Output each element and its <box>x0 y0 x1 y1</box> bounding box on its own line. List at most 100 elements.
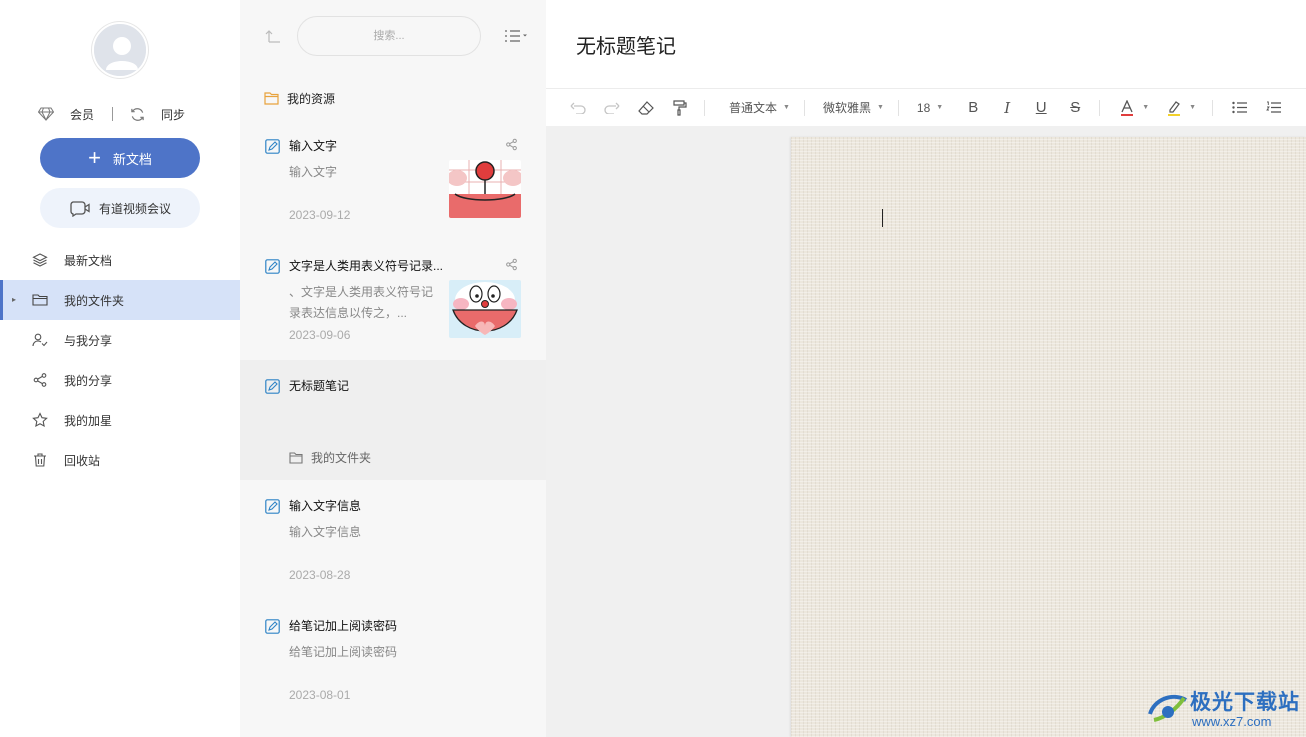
sidebar-item-shared-with-me[interactable]: 与我分享 <box>0 320 240 360</box>
note-folder[interactable]: 我的文件夹 <box>289 449 371 466</box>
sidebar-item-starred[interactable]: 我的加星 <box>0 400 240 440</box>
document-title[interactable]: 无标题笔记 <box>576 30 676 59</box>
sidebar-item-label: 与我分享 <box>64 333 113 348</box>
sidebar-item-recent[interactable]: 最新文档 <box>0 240 240 280</box>
sidebar-item-my-folders[interactable]: ▸ 我的文件夹 <box>0 280 240 320</box>
strikethrough-icon[interactable]: S <box>1067 96 1083 120</box>
site-logo-icon <box>1148 694 1187 722</box>
sidebar-item-my-shares[interactable]: 我的分享 <box>0 360 240 400</box>
list-view-menu-icon[interactable] <box>504 28 528 47</box>
numbered-list-icon[interactable] <box>1265 96 1281 120</box>
format-painter-icon[interactable] <box>670 96 690 120</box>
list-item[interactable]: 输入文字信息 输入文字信息 2023-08-28 <box>240 480 546 600</box>
note-date: 2023-09-12 <box>289 208 351 222</box>
folder-open-icon <box>32 294 48 306</box>
format-toolbar: 普通文本 ▼ 微软雅黑 ▼ 18 ▼ B I U S ▼ ▼ <box>546 88 1306 126</box>
paragraph-style-select[interactable]: 普通文本 ▼ <box>729 96 790 120</box>
list-item[interactable]: 文字是人类用表义符号记录... 、文字是人类用表义符号记录表达信息以传之，...… <box>240 240 546 360</box>
bold-icon[interactable]: B <box>965 96 981 120</box>
font-color-picker[interactable]: ▼ <box>1120 96 1149 120</box>
shared-users-icon <box>32 333 48 347</box>
sidebar-item-label: 我的加星 <box>64 413 113 428</box>
list-item[interactable]: 给笔记加上阅读密码 给笔记加上阅读密码 2023-08-01 <box>240 600 546 720</box>
my-resources-row[interactable]: 我的资源 <box>264 88 335 108</box>
bullet-list-icon[interactable] <box>1231 96 1247 120</box>
editor-panel: 无标题笔记 普通文本 ▼ 微软雅黑 ▼ 18 ▼ B I U S ▼ ▼ <box>546 0 1306 737</box>
sidebar-item-trash[interactable]: 回收站 <box>0 440 240 480</box>
toolbar-divider <box>704 99 705 116</box>
editor-canvas[interactable] <box>791 137 1306 737</box>
italic-icon[interactable]: I <box>999 96 1015 120</box>
font-color-icon <box>1121 99 1134 116</box>
toolbar-divider <box>1212 99 1214 116</box>
undo-icon[interactable] <box>568 96 588 120</box>
redo-icon[interactable] <box>602 96 622 120</box>
sidebar-item-label: 我的分享 <box>64 373 113 388</box>
dropdown-arrow-icon: ▼ <box>1142 104 1150 111</box>
highlighter-icon <box>1168 100 1181 116</box>
note-snippet: 、文字是人类用表义符号记录表达信息以传之，... <box>289 285 434 320</box>
toolbar-divider <box>1099 99 1101 116</box>
divider <box>112 107 114 121</box>
font-size-select[interactable]: 18 ▼ <box>917 96 943 120</box>
left-sidebar: 会员 同步 + 新文档 有道视频会议 最新文档 ▸ 我的文件夹 与我分享 我的分… <box>0 0 240 737</box>
note-snippet: 输入文字信息 <box>289 525 362 539</box>
layers-icon <box>32 253 48 267</box>
highlight-color-picker[interactable]: ▼ <box>1167 96 1196 120</box>
note-title: 输入文字 <box>289 139 338 153</box>
list-header: 搜索... <box>240 0 546 72</box>
note-title: 给笔记加上阅读密码 <box>289 619 398 633</box>
video-meeting-label: 有道视频会议 <box>98 201 171 216</box>
new-document-button[interactable]: + 新文档 <box>40 138 200 178</box>
note-title: 文字是人类用表义符号记录... <box>289 259 444 273</box>
note-list-panel: 搜索... 我的资源 输入文字 输入文字 2023-09-12 文字是人类用表义… <box>240 0 546 737</box>
dropdown-arrow-icon: ▼ <box>783 104 790 111</box>
eraser-icon[interactable] <box>636 96 656 120</box>
share-icon[interactable] <box>505 138 518 154</box>
video-meeting-button[interactable]: 有道视频会议 <box>40 188 200 228</box>
new-document-label: 新文档 <box>112 151 152 167</box>
diamond-icon[interactable] <box>38 106 54 122</box>
user-avatar[interactable] <box>92 22 148 78</box>
paragraph-style-value: 普通文本 <box>729 101 778 115</box>
list-item[interactable]: 输入文字 输入文字 2023-09-12 <box>240 120 546 240</box>
star-icon <box>32 412 48 428</box>
note-title: 输入文字信息 <box>289 499 362 513</box>
sidebar-nav: 最新文档 ▸ 我的文件夹 与我分享 我的分享 我的加星 回收站 <box>0 240 240 480</box>
note-icon <box>265 259 280 277</box>
font-family-value: 微软雅黑 <box>822 101 871 115</box>
note-snippet: 输入文字 <box>289 165 338 179</box>
note-thumbnail <box>449 280 521 338</box>
note-snippet: 给笔记加上阅读密码 <box>289 645 398 659</box>
sync-icon[interactable] <box>129 106 145 122</box>
toolbar-divider <box>803 99 805 116</box>
note-date: 2023-08-28 <box>289 568 351 582</box>
note-icon <box>265 139 280 157</box>
vip-sync-row: 会员 同步 <box>38 104 208 124</box>
note-date: 2023-09-06 <box>289 328 351 342</box>
sidebar-item-label: 最新文档 <box>64 253 113 268</box>
search-input[interactable]: 搜索... <box>297 16 481 56</box>
watermark-name: 极光下载站 <box>1190 690 1300 714</box>
vip-label[interactable]: 会员 <box>70 106 94 123</box>
note-icon <box>265 379 280 397</box>
note-icon <box>265 499 280 517</box>
caret-right-icon[interactable]: ▸ <box>12 295 16 304</box>
back-up-icon[interactable] <box>264 28 282 47</box>
underline-icon[interactable]: U <box>1033 96 1049 120</box>
list-item-selected[interactable]: 无标题笔记 我的文件夹 <box>240 360 546 480</box>
folder-icon <box>289 451 303 464</box>
watermark-logo: 极光下载站 www.xz7.com <box>1146 684 1302 734</box>
watermark-url: www.xz7.com <box>1192 714 1272 729</box>
note-title: 无标题笔记 <box>289 379 350 393</box>
sidebar-item-label: 我的文件夹 <box>64 293 125 308</box>
note-folder-label: 我的文件夹 <box>311 451 372 465</box>
dropdown-arrow-icon: ▼ <box>876 104 884 111</box>
sync-label[interactable]: 同步 <box>161 106 185 123</box>
font-family-select[interactable]: 微软雅黑 ▼ <box>823 96 884 120</box>
share-icon[interactable] <box>505 258 518 274</box>
document-title-bar: 无标题笔记 <box>546 0 1306 88</box>
video-meeting-icon <box>70 201 90 217</box>
sidebar-item-label: 回收站 <box>64 453 101 468</box>
note-thumbnail <box>449 160 521 218</box>
